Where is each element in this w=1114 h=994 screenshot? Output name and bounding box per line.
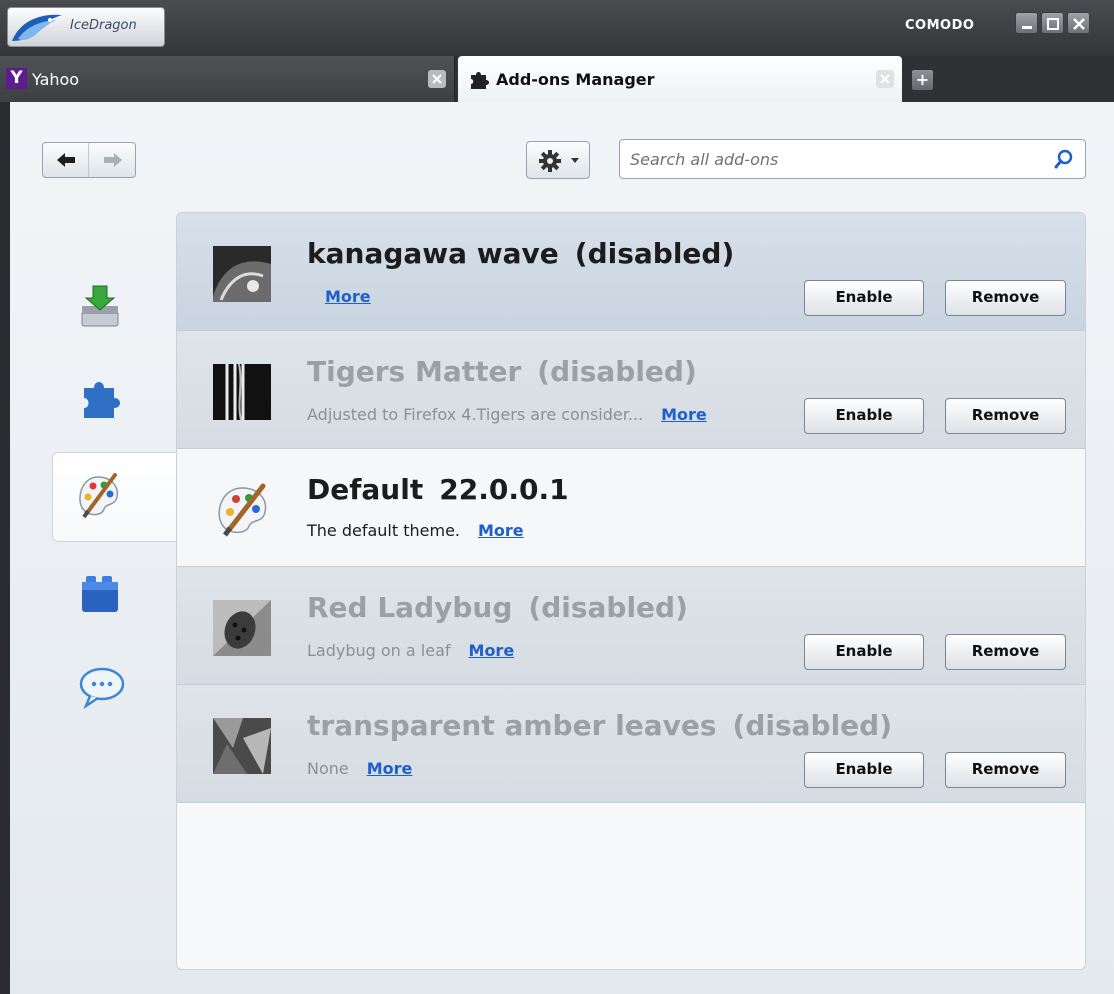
close-icon: [880, 74, 890, 84]
more-link[interactable]: More: [325, 287, 371, 306]
maximize-icon: [1047, 18, 1059, 30]
addon-description: Ladybug on a leaf More: [307, 641, 515, 660]
palette-icon: [79, 473, 119, 519]
minimize-icon: [1022, 26, 1032, 29]
more-link[interactable]: More: [478, 521, 524, 540]
palette-icon: [218, 483, 267, 537]
addon-name: kanagawa wave (disabled): [307, 237, 735, 270]
app-menu-button[interactable]: IceDragon: [7, 7, 165, 47]
remove-button[interactable]: Remove: [945, 752, 1066, 788]
theme-thumbnail: [213, 364, 271, 420]
addon-row-red-ladybug[interactable]: Red Ladybug (disabled) Ladybug on a leaf M…: [177, 567, 1085, 685]
icedragon-logo: [12, 14, 62, 41]
enable-button[interactable]: Enable: [804, 634, 924, 670]
addon-row-default[interactable]: Default 22.0.0.1 The default theme. More: [177, 449, 1085, 567]
back-button[interactable]: [43, 143, 89, 177]
addon-list: kanagawa wave (disabled) More Enable Remo…: [176, 212, 1086, 970]
tab-label: Yahoo: [32, 70, 80, 89]
close-icon: [1073, 18, 1085, 30]
theme-thumbnail: [213, 600, 271, 656]
enable-button[interactable]: Enable: [804, 280, 924, 316]
yahoo-icon: Y: [6, 68, 27, 89]
download-icon: [81, 285, 119, 327]
lego-block-icon: [82, 576, 118, 612]
enable-button[interactable]: Enable: [804, 398, 924, 434]
addon-name: Default 22.0.0.1: [307, 473, 569, 506]
chevron-down-icon: [571, 158, 579, 163]
tab-addons-manager[interactable]: Add-ons Manager: [458, 56, 902, 102]
addon-name: transparent amber leaves (disabled): [307, 709, 893, 742]
new-tab-button[interactable]: +: [911, 69, 934, 91]
addon-description: Adjusted to Firefox 4.Tigers are conside…: [307, 405, 707, 424]
theme-thumbnail: [213, 718, 271, 774]
category-services[interactable]: [52, 642, 176, 732]
puzzle-icon: [84, 382, 120, 418]
more-link[interactable]: More: [367, 759, 413, 778]
tab-close-button[interactable]: [876, 70, 894, 88]
addon-row-transparent-amber-leaves[interactable]: transparent amber leaves (disabled) None M…: [177, 685, 1085, 803]
window-frame: [0, 102, 10, 994]
gear-icon: [539, 150, 561, 172]
forward-button[interactable]: [90, 143, 136, 177]
tab-label: Add-ons Manager: [496, 70, 655, 89]
addon-row-kanagawa-wave[interactable]: kanagawa wave (disabled) More Enable Remo…: [177, 213, 1085, 331]
navigation-buttons: [42, 142, 136, 178]
brand-label: COMODO: [905, 18, 975, 33]
close-window-button[interactable]: [1067, 12, 1090, 34]
addon-description: None More: [307, 759, 413, 778]
category-get-addons[interactable]: [52, 262, 176, 352]
addon-name: Tigers Matter (disabled): [307, 355, 697, 388]
more-link[interactable]: More: [661, 405, 707, 424]
addon-description: More: [307, 287, 371, 306]
addons-manager-page: kanagawa wave(disabled) More Enable Remo…: [10, 102, 1114, 994]
app-name: IceDragon: [70, 18, 137, 33]
arrow-left-icon: [57, 153, 75, 167]
remove-button[interactable]: Remove: [945, 280, 1066, 316]
tab-yahoo[interactable]: Y Yahoo: [0, 56, 455, 102]
search-box: [619, 139, 1086, 179]
category-appearance[interactable]: [52, 452, 176, 542]
enable-button[interactable]: Enable: [804, 752, 924, 788]
arrow-right-icon: [104, 153, 122, 167]
category-plugins[interactable]: [52, 552, 176, 642]
puzzle-icon: [471, 72, 489, 89]
close-icon: [432, 74, 442, 84]
minimize-button[interactable]: [1015, 12, 1038, 34]
remove-button[interactable]: Remove: [945, 634, 1066, 670]
more-link[interactable]: More: [469, 641, 515, 660]
remove-button[interactable]: Remove: [945, 398, 1066, 434]
search-input[interactable]: [630, 148, 1030, 170]
maximize-button[interactable]: [1041, 12, 1064, 34]
chat-bubble-icon: [79, 667, 125, 710]
addon-name: Red Ladybug (disabled): [307, 591, 688, 624]
theme-thumbnail: [213, 246, 271, 302]
addon-description: The default theme. More: [307, 521, 524, 540]
search-icon[interactable]: [1054, 149, 1074, 169]
tab-close-button[interactable]: [428, 70, 446, 88]
title-bar: IceDragon COMODO: [0, 0, 1114, 56]
category-extensions[interactable]: [52, 352, 176, 442]
tools-menu-button[interactable]: [526, 141, 590, 179]
addon-row-tigers-matter[interactable]: Tigers Matter (disabled) Adjusted to Fire…: [177, 331, 1085, 449]
